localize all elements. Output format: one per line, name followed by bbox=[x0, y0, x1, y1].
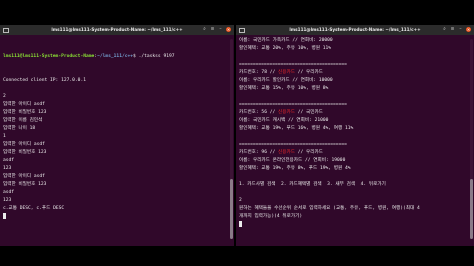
terminal-line: ======================================= bbox=[239, 62, 347, 67]
terminal-line: 입력한 비밀번호 123 bbox=[3, 110, 47, 115]
prompt-user: lms111@lms111-System-Product-Name bbox=[3, 54, 95, 59]
terminal-line: 할인혜택: 교통 15%, 주유 10%, 병원 8% bbox=[239, 86, 329, 91]
menu-icon[interactable]: ≡ bbox=[210, 27, 215, 32]
minimize-icon[interactable]: – bbox=[458, 27, 463, 32]
terminal-text: 카드번호: 78 // bbox=[239, 70, 279, 75]
cursor bbox=[239, 221, 242, 227]
terminal-line: ======================================= bbox=[239, 142, 347, 147]
terminal-line: 개까지 입력가능)(4 뒤로가기) bbox=[239, 214, 303, 219]
command: $ ./taskss 9197 bbox=[133, 54, 175, 59]
terminal-line: 원하는 혜택들을 수선순위 순서로 입력하세요 (교통, 주유, 푸드, 병원,… bbox=[239, 206, 420, 211]
terminal-line: ======================================= bbox=[239, 102, 347, 107]
prompt-line: lms111@lms111-System-Product-Name:~/lms_… bbox=[3, 54, 175, 59]
terminal-line: 할인혜택: 교통 19%, 주유 8%, 푸드 19%, 병원 4% bbox=[239, 166, 351, 171]
terminal-line: 1 bbox=[3, 134, 6, 139]
terminal-line: 입력한 아이디 asdf bbox=[3, 102, 45, 107]
search-icon[interactable]: ⌕ bbox=[442, 27, 447, 32]
terminal-line: asdf bbox=[3, 190, 15, 195]
terminal-line: 할인혜택: 교통 19%, 푸드 16%, 병원 4%, 여행 11% bbox=[239, 126, 354, 131]
terminal-window-left[interactable]: lms111@lms111-System-Product-Name: ~/lms… bbox=[0, 25, 234, 246]
terminal-text: // 우리카드 bbox=[294, 70, 323, 75]
terminal-line: 입력한 이름 김민석 bbox=[3, 118, 43, 123]
title-bar[interactable]: lms111@lms111-System-Product-Name: ~/lms… bbox=[236, 25, 474, 35]
terminal-line: 2 bbox=[239, 198, 242, 203]
terminal-output[interactable]: lms111@lms111-System-Product-Name:~/lms_… bbox=[0, 35, 234, 223]
terminal-line: Connected client IP: 127.0.0.1 bbox=[3, 78, 86, 83]
terminal-line: 입력한 비밀번호 123 bbox=[3, 182, 47, 187]
terminal-line: 이름: 국민카드 캐시백 // 연회비: 21000 bbox=[239, 118, 329, 123]
terminal-line: 카드번호: 96 // 신용카드 // 우리카드 bbox=[239, 149, 471, 157]
terminal-line: 카드번호: 56 // 신용카드 // 국민카드 bbox=[239, 109, 471, 117]
card-type-label: 신용카드 bbox=[278, 70, 295, 75]
terminal-text: 카드번호: 96 // bbox=[239, 150, 279, 155]
terminal-line: 입력한 나이 18 bbox=[3, 126, 36, 131]
terminal-line: 입력한 아이디 asdf bbox=[3, 174, 45, 179]
terminal-line: 이름: 우리카드 온라인전용카드 // 연회비: 19000 bbox=[239, 158, 346, 163]
scrollbar-thumb[interactable] bbox=[470, 179, 473, 239]
terminal-line: 2 bbox=[3, 94, 6, 99]
card-type-label: 신용카드 bbox=[278, 110, 295, 115]
terminal-text: // 국민카드 bbox=[294, 110, 323, 115]
terminal-window-right[interactable]: lms111@lms111-System-Product-Name: ~/lms… bbox=[236, 25, 474, 246]
terminal-line: asdf bbox=[3, 158, 15, 163]
terminal-line: 이름: 우리카드 할인카드 // 연회비: 10000 bbox=[239, 78, 333, 83]
terminal-line: c.교통 DESC, c.푸드 DESC bbox=[3, 206, 65, 211]
terminal-line: 1. 카드사별 검색 2. 카드혜택별 검색 3. 새부 검색 4. 뒤로가기 bbox=[239, 182, 386, 187]
terminal-line: 할인혜택: 교통 20%, 주유 10%, 병원 11% bbox=[239, 46, 332, 51]
terminal-line: 123 bbox=[3, 166, 12, 171]
prompt-path: ~/lms_111/c++ bbox=[97, 54, 134, 59]
close-icon[interactable]: × bbox=[466, 27, 471, 32]
terminal-text: // 우리카드 bbox=[294, 150, 323, 155]
scrollbar[interactable] bbox=[230, 39, 233, 239]
cursor-line bbox=[239, 221, 471, 229]
terminal-line: 이름: 국민카드 가족카드 // 연회비: 20000 bbox=[239, 38, 333, 43]
terminal-text: 카드번호: 56 // bbox=[239, 110, 279, 115]
scrollbar-thumb[interactable] bbox=[230, 179, 233, 239]
terminal-output[interactable]: 이름: 국민카드 가족카드 // 연회비: 20000 할인혜택: 교통 20%,… bbox=[236, 35, 474, 231]
menu-icon[interactable]: ≡ bbox=[450, 27, 455, 32]
cursor bbox=[3, 213, 6, 219]
window-title: lms111@lms111-System-Product-Name: ~/lms… bbox=[289, 27, 421, 32]
terminal-line: 123 bbox=[3, 198, 12, 203]
title-bar[interactable]: lms111@lms111-System-Product-Name: ~/lms… bbox=[0, 25, 234, 35]
cursor-line bbox=[3, 213, 231, 221]
window-title: lms111@lms111-System-Product-Name: ~/lms… bbox=[51, 27, 183, 32]
card-type-label: 신용카드 bbox=[278, 150, 295, 155]
terminal-line: 입력한 비밀번호 123 bbox=[3, 150, 47, 155]
terminal-line: 입력한 아이디 asdf bbox=[3, 142, 45, 147]
close-icon[interactable]: × bbox=[226, 27, 231, 32]
terminal-line: 카드번호: 78 // 신용카드 // 우리카드 bbox=[239, 69, 471, 77]
scrollbar[interactable] bbox=[470, 39, 473, 239]
search-icon[interactable]: ⌕ bbox=[202, 27, 207, 32]
minimize-icon[interactable]: – bbox=[218, 27, 223, 32]
